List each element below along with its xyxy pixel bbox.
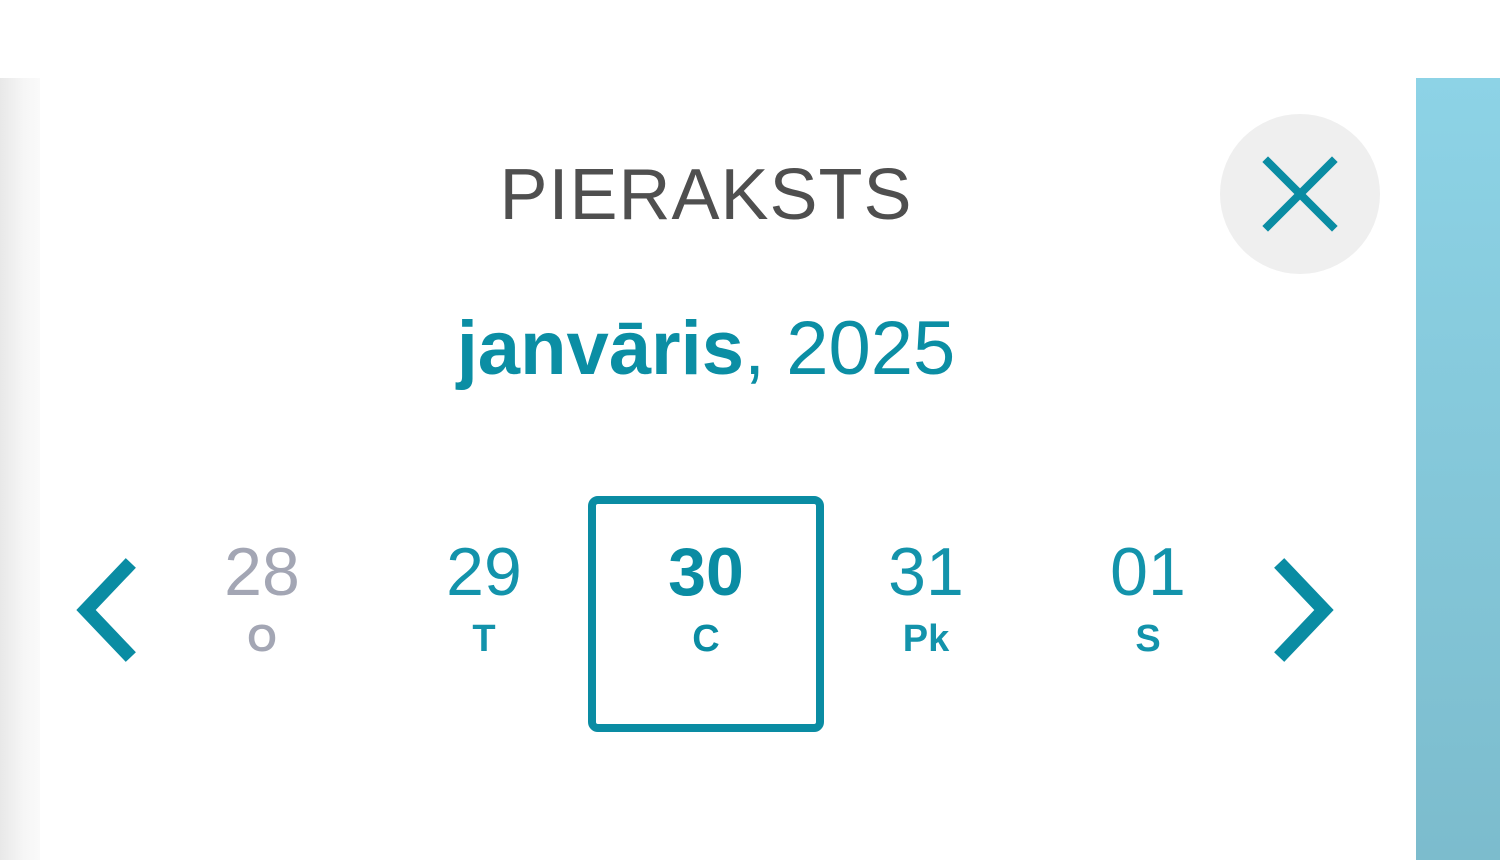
modal-title: PIERAKSTS [499,155,913,235]
day-28[interactable]: 28 O [144,496,380,732]
day-weekday: Pk [902,618,950,660]
day-weekday: T [472,618,496,660]
day-number: 31 [888,534,964,610]
background-side-panel [1416,78,1500,860]
day-weekday: S [1135,618,1161,660]
day-number: 29 [446,534,522,610]
month-name: janvāris [456,306,744,391]
day-weekday: C [692,618,720,660]
page: PIERAKSTS janvāris, 2025 28 O 29 T 30 C … [0,0,1500,860]
next-days-button[interactable] [1270,558,1340,662]
previous-days-button[interactable] [70,558,140,662]
day-number: 28 [224,534,300,610]
day-30-selected[interactable]: 30 C [588,496,824,732]
close-icon [1262,156,1338,232]
day-29[interactable]: 29 T [366,496,602,732]
day-01[interactable]: 01 S [1030,496,1266,732]
day-weekday: O [247,618,277,660]
day-31[interactable]: 31 Pk [808,496,1044,732]
month-year-label: janvāris, 2025 [0,304,1412,394]
day-number: 30 [668,534,744,610]
year-label: , 2025 [744,306,956,391]
chevron-left-icon [76,558,136,662]
chevron-right-icon [1274,558,1334,662]
close-button[interactable] [1220,114,1380,274]
day-number: 01 [1110,534,1186,610]
